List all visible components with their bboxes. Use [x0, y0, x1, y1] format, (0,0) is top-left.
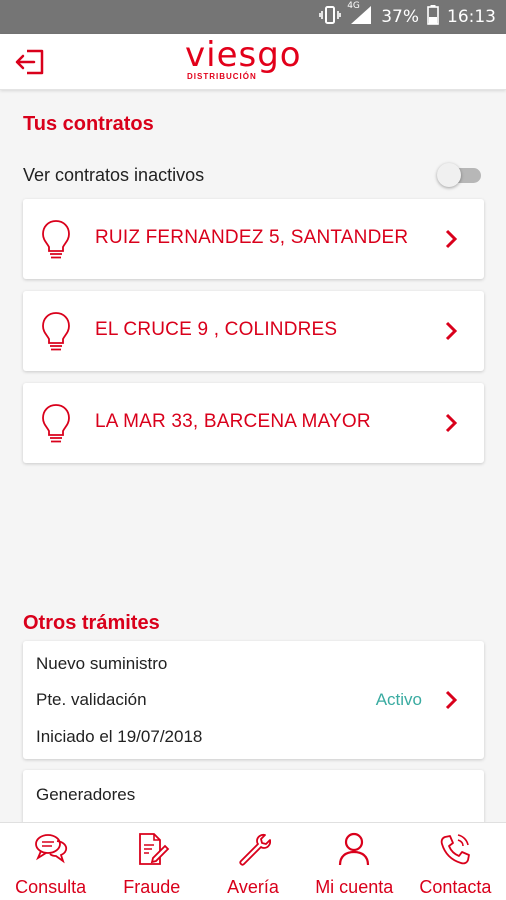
battery-icon — [427, 4, 439, 30]
nav-consulta[interactable]: Consulta — [0, 823, 101, 900]
wrench-icon — [239, 833, 271, 866]
app-header: viesgo DISTRIBUCIÓN — [0, 34, 506, 90]
logo-text: viesgo — [185, 35, 302, 75]
contract-address: RUIZ FERNANDEZ 5, SANTANDER — [95, 227, 409, 248]
procedure-type: Generadores — [36, 785, 136, 804]
chevron-right-icon — [445, 690, 458, 710]
lightbulb-icon — [42, 404, 70, 443]
nav-fraude[interactable]: Fraude — [101, 823, 202, 900]
procedure-type: Nuevo suministro — [36, 654, 168, 673]
document-pen-icon — [138, 833, 170, 865]
inactive-contracts-row: Ver contratos inactivos — [23, 160, 483, 190]
status-bar: 4G 37% 16:13 — [0, 0, 506, 34]
logout-button[interactable] — [10, 42, 50, 82]
chevron-right-icon — [445, 321, 458, 341]
logo-subtitle: DISTRIBUCIÓN — [187, 72, 257, 81]
nav-label: Consulta — [15, 877, 87, 897]
nav-label: Mi cuenta — [315, 877, 394, 897]
contract-card[interactable]: EL CRUCE 9 , COLINDRES — [23, 291, 484, 371]
toggle-knob — [437, 163, 461, 187]
status-icons: 4G 37% 16:13 — [319, 0, 496, 34]
contract-address: LA MAR 33, BARCENA MAYOR — [95, 411, 371, 432]
contract-card[interactable]: RUIZ FERNANDEZ 5, SANTANDER — [23, 199, 484, 279]
clock: 16:13 — [447, 7, 496, 27]
chevron-right-icon — [445, 229, 458, 249]
other-procedures-title: Otros trámites — [23, 612, 160, 634]
viesgo-logo: viesgo DISTRIBUCIÓN — [185, 36, 325, 86]
network-type: 4G — [347, 0, 360, 11]
user-icon — [339, 832, 370, 866]
procedure-start-date: Iniciado el 19/07/2018 — [36, 727, 203, 746]
battery-percent: 37% — [381, 7, 419, 27]
nav-mi-cuenta[interactable]: Mi cuenta — [304, 823, 405, 900]
nav-label: Avería — [227, 877, 279, 897]
nav-label: Contacta — [419, 877, 492, 897]
nav-contacta[interactable]: Contacta — [405, 823, 506, 900]
lightbulb-icon — [42, 220, 70, 259]
bottom-navigation: Consulta Fraude Avería Mi cuenta Contact… — [0, 822, 506, 900]
inactive-contracts-toggle[interactable] — [437, 161, 483, 189]
procedure-state: Pte. validación — [36, 690, 147, 709]
vibrate-icon — [319, 5, 342, 30]
inactive-contracts-label: Ver contratos inactivos — [23, 164, 205, 185]
contract-card[interactable]: LA MAR 33, BARCENA MAYOR — [23, 383, 484, 463]
signal-icon: 4G — [347, 1, 373, 30]
logout-icon — [15, 49, 44, 75]
chat-bubbles-icon — [34, 834, 67, 864]
chevron-right-icon — [445, 413, 458, 433]
nav-averia[interactable]: Avería — [202, 823, 303, 900]
lightbulb-icon — [42, 312, 70, 351]
nav-label: Fraude — [123, 877, 181, 897]
phone-icon — [441, 834, 471, 865]
contracts-section-title: Tus contratos — [23, 113, 154, 135]
procedure-card[interactable]: Nuevo suministro Pte. validación Activo … — [23, 641, 484, 759]
status-badge: Activo — [375, 690, 422, 709]
contract-address: EL CRUCE 9 , COLINDRES — [95, 319, 338, 340]
procedure-card[interactable]: Generadores — [23, 770, 484, 830]
